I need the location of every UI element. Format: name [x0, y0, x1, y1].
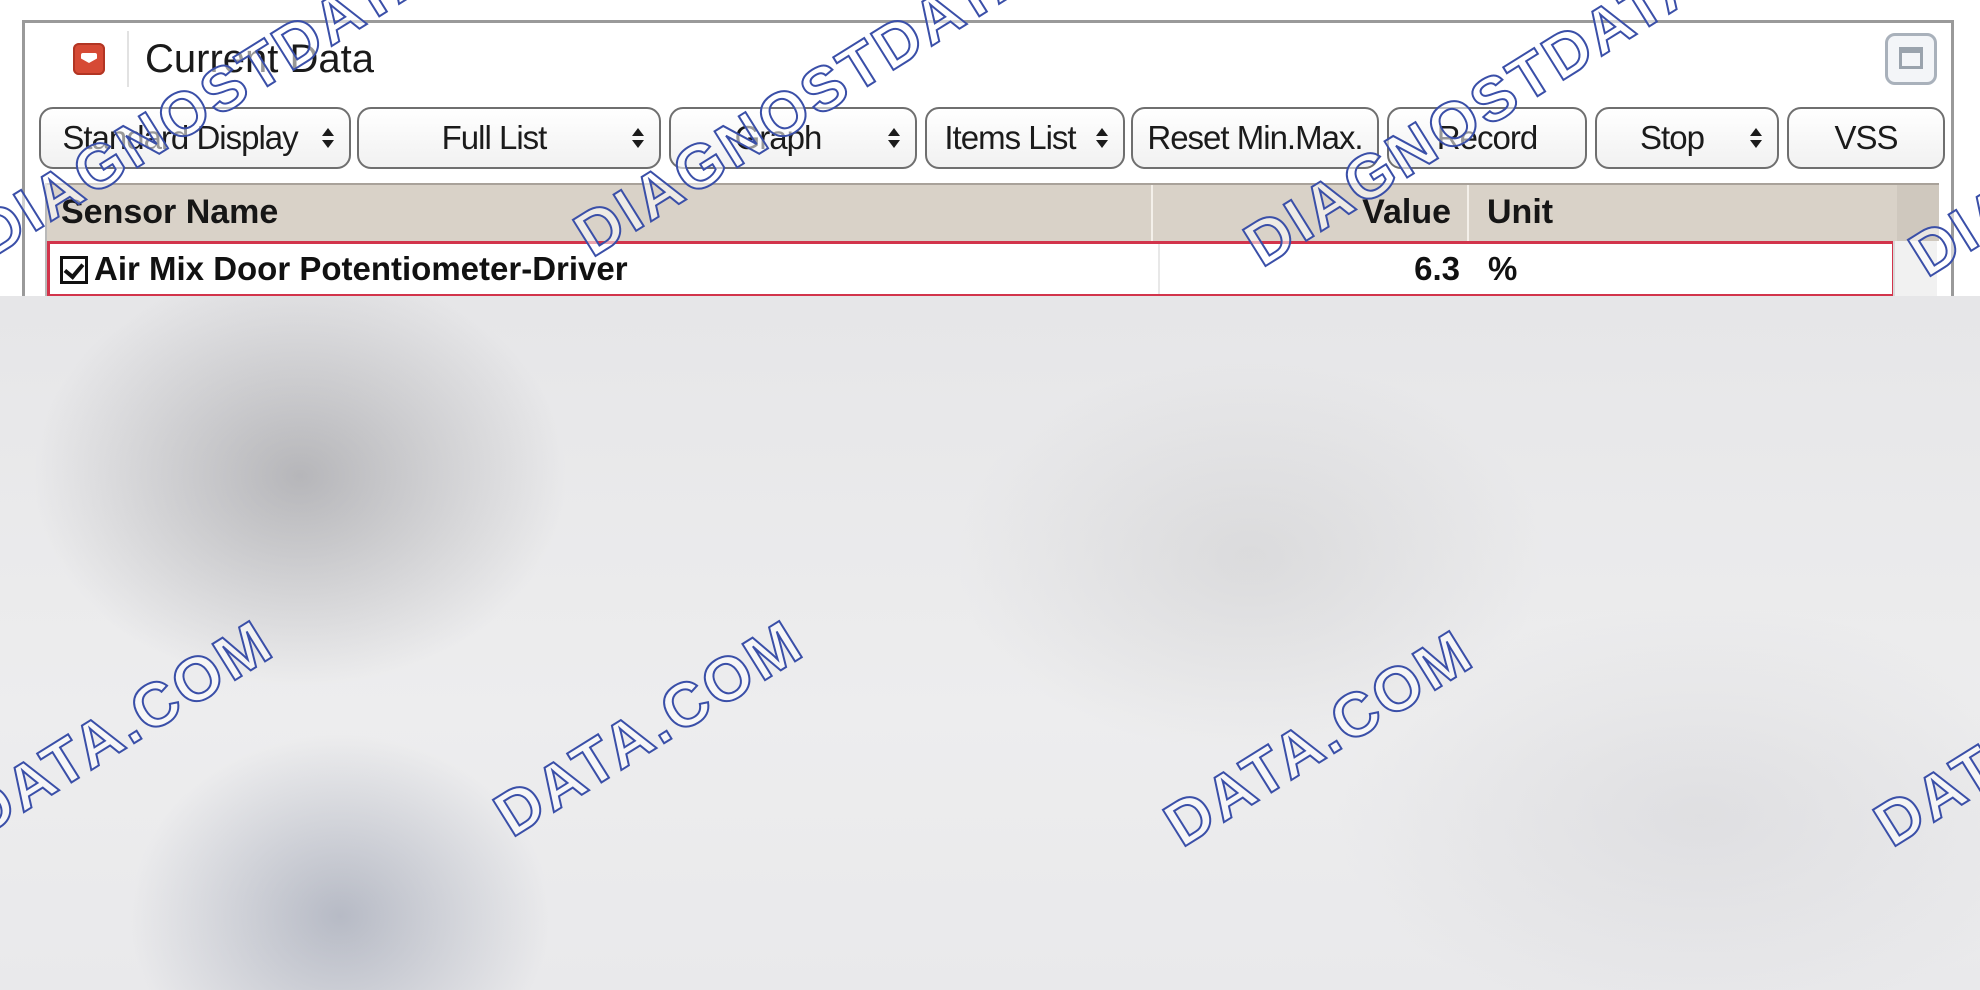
graph-label: Graph — [734, 119, 823, 156]
standard-display-label: Standard Display — [62, 119, 298, 156]
reset-min-max-button[interactable]: Reset Min.Max. — [1131, 107, 1379, 169]
items-list-label: Items List — [944, 119, 1076, 156]
column-divider — [1158, 244, 1160, 294]
dropdown-arrows-icon — [1747, 128, 1765, 148]
table-header: Sensor Name Value Unit — [47, 183, 1939, 241]
record-label: Record — [1436, 119, 1538, 156]
panel-title-bar: Current Data — [25, 23, 1951, 95]
blurred-background — [0, 296, 1980, 990]
vertical-scrollbar[interactable] — [1893, 241, 1937, 303]
column-divider[interactable] — [1467, 185, 1469, 241]
row-checkbox[interactable] — [60, 256, 88, 284]
table-row[interactable]: Air Mix Door Potentiometer-Driver 6.3 % — [47, 241, 1895, 297]
toolbar: Standard Display Full List Graph Items L… — [39, 107, 1945, 173]
reset-min-max-label: Reset Min.Max. — [1147, 119, 1363, 156]
current-data-panel: Current Data Standard Display Full List … — [22, 20, 1954, 303]
vss-label: VSS — [1834, 119, 1898, 156]
stop-select[interactable]: Stop — [1595, 107, 1779, 169]
sensor-data-table: Sensor Name Value Unit Air Mix Door Pote… — [45, 183, 1939, 303]
dropdown-arrows-icon — [885, 128, 903, 148]
dropdown-arrows-icon — [1093, 128, 1111, 148]
graph-select[interactable]: Graph — [669, 107, 917, 169]
column-header-sensor-name[interactable]: Sensor Name — [61, 193, 278, 232]
column-header-value[interactable]: Value — [1362, 193, 1451, 232]
column-divider[interactable] — [1151, 185, 1153, 241]
stop-label: Stop — [1640, 119, 1705, 156]
full-list-select[interactable]: Full List — [357, 107, 661, 169]
screenshot-stage: Current Data Standard Display Full List … — [0, 0, 1980, 990]
vss-button[interactable]: VSS — [1787, 107, 1945, 169]
standard-display-select[interactable]: Standard Display — [39, 107, 351, 169]
dropdown-arrows-icon — [629, 128, 647, 148]
sensor-unit: % — [1488, 250, 1518, 287]
sensor-value: 6.3 — [1414, 250, 1460, 287]
dropdown-arrows-icon — [319, 128, 337, 148]
title-divider — [127, 31, 129, 87]
scrollbar-header — [1897, 185, 1939, 241]
sensor-name: Air Mix Door Potentiometer-Driver — [94, 250, 628, 287]
items-list-select[interactable]: Items List — [925, 107, 1125, 169]
maximize-icon[interactable] — [1885, 33, 1937, 85]
full-list-label: Full List — [441, 119, 548, 156]
collapse-icon[interactable] — [73, 43, 105, 75]
panel-title: Current Data — [145, 37, 374, 81]
column-header-unit[interactable]: Unit — [1487, 193, 1553, 232]
record-button[interactable]: Record — [1387, 107, 1587, 169]
